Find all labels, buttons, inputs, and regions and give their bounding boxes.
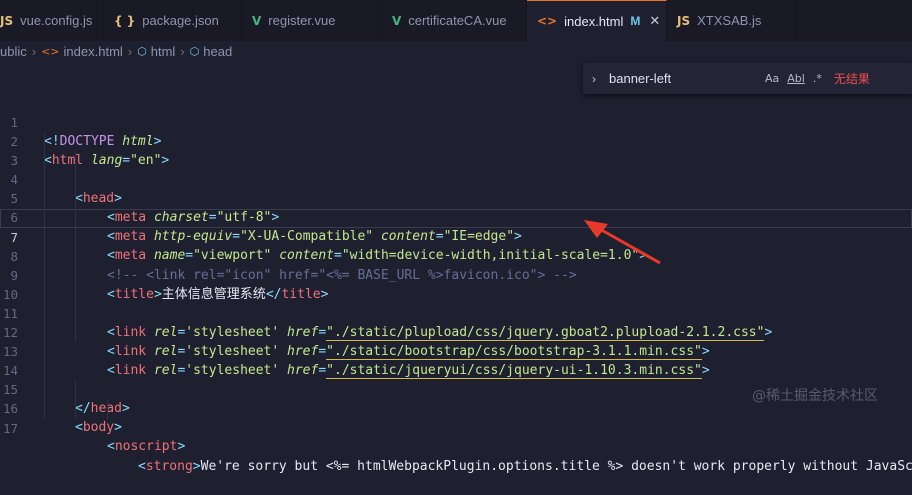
- watermark-text: @稀土掘金技术社区: [752, 388, 878, 404]
- red-annotation-arrow-icon: [584, 220, 661, 265]
